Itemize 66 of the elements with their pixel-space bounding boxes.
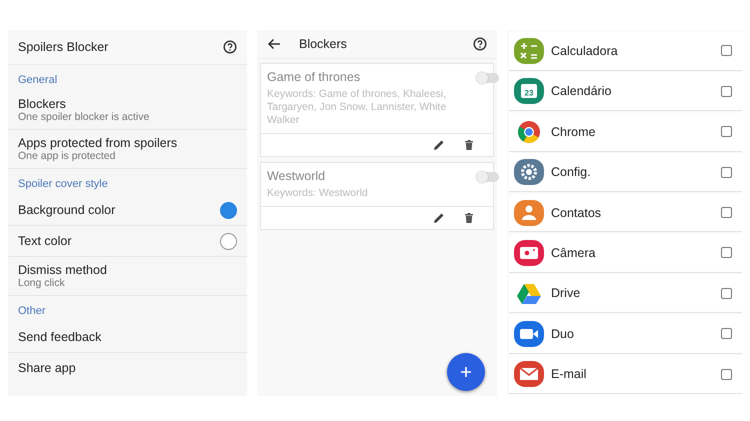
app-row[interactable]: E-mail — [508, 355, 742, 394]
app-name: Duo — [550, 326, 575, 341]
checkbox[interactable] — [721, 45, 732, 56]
contact-icon — [512, 198, 545, 226]
toggle-switch[interactable] — [476, 172, 499, 182]
app-name: Contatos — [550, 206, 602, 220]
setting-subtitle: One app is protected — [18, 150, 116, 162]
trash-icon[interactable] — [462, 139, 475, 151]
help-icon[interactable] — [222, 40, 237, 54]
radio-button[interactable] — [220, 232, 237, 250]
app-row[interactable]: Chrome — [508, 112, 742, 152]
app-name: Config. — [550, 165, 592, 180]
gear-icon — [512, 158, 545, 186]
help-icon[interactable] — [472, 37, 487, 51]
camera-icon — [512, 238, 545, 267]
keywords-text: Keywords: Game of thrones, Khaleesi, Targaryen, Jon Snow, Lannister, White Walker — [266, 88, 448, 127]
app-row[interactable]: Contatos — [508, 194, 742, 232]
calculator-icon — [512, 36, 545, 65]
section-header: General — [17, 73, 58, 88]
blocker-name: Westworld — [266, 169, 326, 183]
setting-title[interactable]: Text color — [18, 234, 72, 248]
setting-title[interactable]: Blockers — [18, 97, 150, 111]
checkbox[interactable] — [721, 166, 732, 178]
pencil-icon[interactable] — [432, 212, 445, 224]
checkbox[interactable] — [721, 288, 732, 299]
checkbox[interactable] — [721, 328, 732, 340]
plus-icon — [460, 366, 472, 378]
pencil-icon[interactable] — [432, 139, 445, 151]
keywords-text: Keywords: Westworld — [266, 187, 369, 200]
checkbox[interactable] — [721, 126, 732, 138]
app-row[interactable]: Câmera — [508, 234, 742, 273]
checkbox[interactable] — [721, 247, 732, 258]
trash-icon[interactable] — [462, 212, 475, 224]
setting-title[interactable]: Send feedback — [18, 330, 102, 344]
toggle-switch[interactable] — [476, 73, 499, 83]
calendar-icon: 23 — [512, 77, 545, 106]
add-button[interactable] — [446, 353, 485, 391]
app-name: Calendário — [550, 84, 612, 98]
setting-title[interactable]: Apps protected from spoilers — [18, 136, 178, 150]
blocker-name: Game of thrones — [266, 70, 362, 84]
video-icon — [512, 320, 545, 348]
setting-title[interactable]: Background color — [18, 203, 116, 217]
app-row[interactable]: Drive — [508, 274, 742, 314]
app-name: Chrome — [550, 124, 596, 139]
app-row[interactable]: Config. — [508, 153, 742, 192]
app-row[interactable]: Calculadora — [508, 32, 742, 71]
checkbox[interactable] — [721, 368, 732, 380]
setting-title[interactable]: Share app — [18, 361, 76, 375]
screen-title: Spoilers Blocker — [18, 40, 108, 54]
app-row[interactable]: 23 Calendário — [508, 72, 742, 112]
screen-title: Blockers — [298, 37, 348, 51]
setting-title[interactable]: Dismiss method — [18, 263, 107, 277]
setting-subtitle: Long click — [18, 277, 66, 289]
app-name: E-mail — [550, 367, 588, 382]
checkbox[interactable] — [721, 207, 732, 218]
radio-button[interactable] — [220, 202, 237, 218]
checkbox[interactable] — [721, 86, 732, 97]
section-header: Other — [17, 304, 47, 319]
mail-icon — [512, 360, 545, 388]
section-header: Spoiler cover style — [17, 177, 109, 192]
app-row[interactable]: Duo — [508, 314, 742, 354]
back-arrow-icon[interactable] — [266, 38, 281, 50]
app-name: Drive — [550, 286, 582, 300]
app-name: Câmera — [550, 246, 596, 260]
app-name: Calculadora — [550, 44, 619, 58]
setting-subtitle: One spoiler blocker is active — [18, 111, 150, 123]
